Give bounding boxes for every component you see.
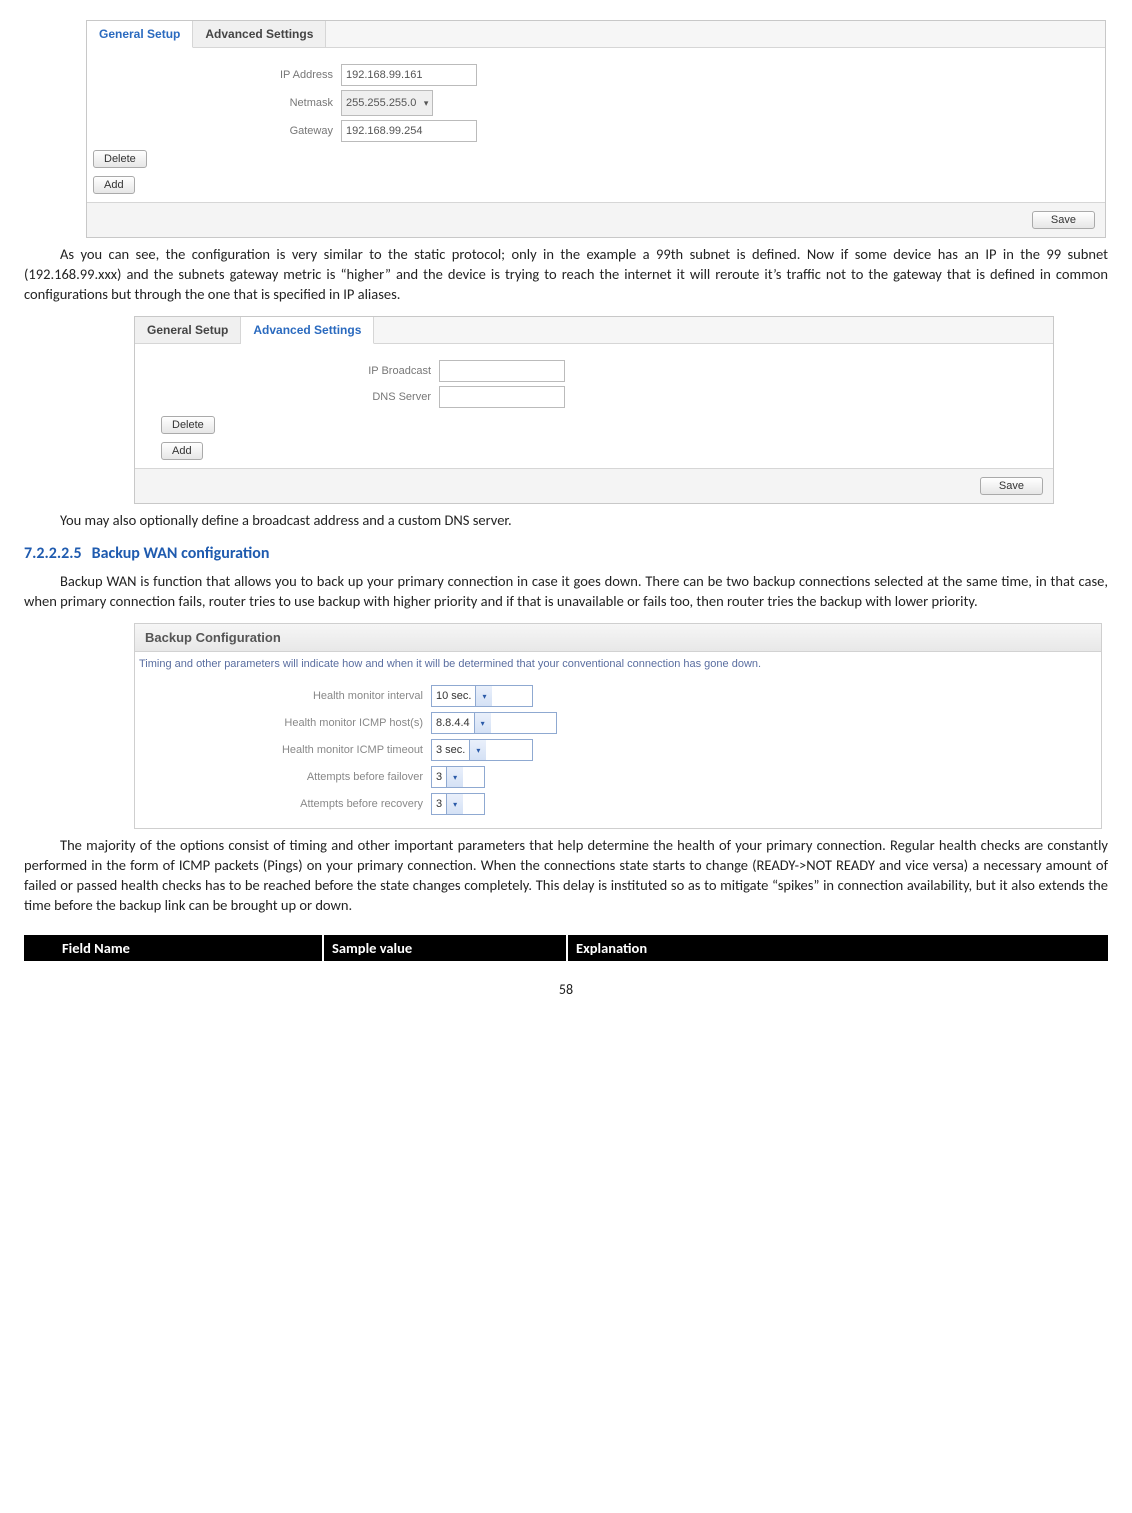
backup-config-description: Timing and other parameters will indicat…	[135, 652, 1101, 680]
health-interval-select[interactable]: 10 sec.▾	[431, 685, 533, 707]
table-head-lead	[24, 935, 54, 961]
chevron-down-icon: ▾	[446, 794, 463, 814]
section-number: 7.2.2.2.5	[24, 544, 82, 563]
tabs-bar: General Setup Advanced Settings	[87, 21, 1105, 48]
icmp-hosts-label: Health monitor ICMP host(s)	[135, 717, 431, 729]
icmp-hosts-select[interactable]: 8.8.4.4▾	[431, 712, 557, 734]
netmask-label: Netmask	[87, 97, 341, 109]
paragraph-static-protocol: As you can see, the configuration is ver…	[24, 244, 1108, 304]
table-head-sample-value: Sample value	[324, 935, 568, 961]
tab-advanced-settings[interactable]: Advanced Settings	[193, 21, 326, 47]
tab-general-setup[interactable]: General Setup	[87, 21, 193, 48]
save-bar-2: Save	[135, 468, 1053, 503]
save-button[interactable]: Save	[1032, 211, 1095, 229]
form-area-2: IP Broadcast DNS Server Delete Add	[135, 344, 1053, 468]
ip-alias-advanced-panel: General Setup Advanced Settings IP Broad…	[134, 316, 1054, 504]
dns-server-input[interactable]	[439, 386, 565, 408]
tab-advanced-settings-2[interactable]: Advanced Settings	[241, 317, 374, 344]
gateway-input[interactable]	[341, 120, 477, 142]
icmp-timeout-select[interactable]: 3 sec.▾	[431, 739, 533, 761]
failover-attempts-label: Attempts before failover	[135, 771, 431, 783]
health-interval-label: Health monitor interval	[135, 690, 431, 702]
chevron-down-icon: ▾	[475, 686, 492, 706]
paragraph-health-checks: The majority of the options consist of t…	[24, 835, 1108, 915]
page-number: 58	[24, 981, 1108, 998]
table-head-field-name: Field Name	[54, 935, 324, 961]
icmp-timeout-label: Health monitor ICMP timeout	[135, 744, 431, 756]
gateway-label: Gateway	[87, 125, 341, 137]
section-heading-backup-wan: 7.2.2.2.5 Backup WAN configuration	[24, 544, 1108, 563]
backup-config-title: Backup Configuration	[135, 624, 1101, 652]
paragraph-backup-wan-intro: Backup WAN is function that allows you t…	[24, 571, 1108, 611]
add-button[interactable]: Add	[93, 176, 135, 194]
table-head-explanation: Explanation	[568, 935, 1108, 961]
save-bar: Save	[87, 202, 1105, 237]
add-button-2[interactable]: Add	[161, 442, 203, 460]
failover-attempts-select[interactable]: 3▾	[431, 766, 485, 788]
form-area: IP Address Netmask 255.255.255.0 Gateway…	[87, 48, 1105, 202]
save-button-2[interactable]: Save	[980, 477, 1043, 495]
section-title: Backup WAN configuration	[92, 544, 270, 563]
ip-broadcast-label: IP Broadcast	[135, 365, 439, 377]
tab-general-setup-2[interactable]: General Setup	[135, 317, 241, 343]
paragraph-broadcast-dns: You may also optionally define a broadca…	[24, 510, 1108, 530]
tabs-bar-2: General Setup Advanced Settings	[135, 317, 1053, 344]
recovery-attempts-select[interactable]: 3▾	[431, 793, 485, 815]
chevron-down-icon: ▾	[469, 740, 486, 760]
netmask-select[interactable]: 255.255.255.0	[341, 90, 433, 116]
ip-address-label: IP Address	[87, 69, 341, 81]
backup-config-panel: Backup Configuration Timing and other pa…	[134, 623, 1102, 829]
ip-address-input[interactable]	[341, 64, 477, 86]
ip-alias-general-panel: General Setup Advanced Settings IP Addre…	[86, 20, 1106, 238]
chevron-down-icon: ▾	[474, 713, 491, 733]
ip-broadcast-input[interactable]	[439, 360, 565, 382]
delete-button-2[interactable]: Delete	[161, 416, 215, 434]
delete-button[interactable]: Delete	[93, 150, 147, 168]
chevron-down-icon: ▾	[446, 767, 463, 787]
dns-server-label: DNS Server	[135, 391, 439, 403]
field-table-header: Field Name Sample value Explanation	[24, 935, 1108, 961]
recovery-attempts-label: Attempts before recovery	[135, 798, 431, 810]
